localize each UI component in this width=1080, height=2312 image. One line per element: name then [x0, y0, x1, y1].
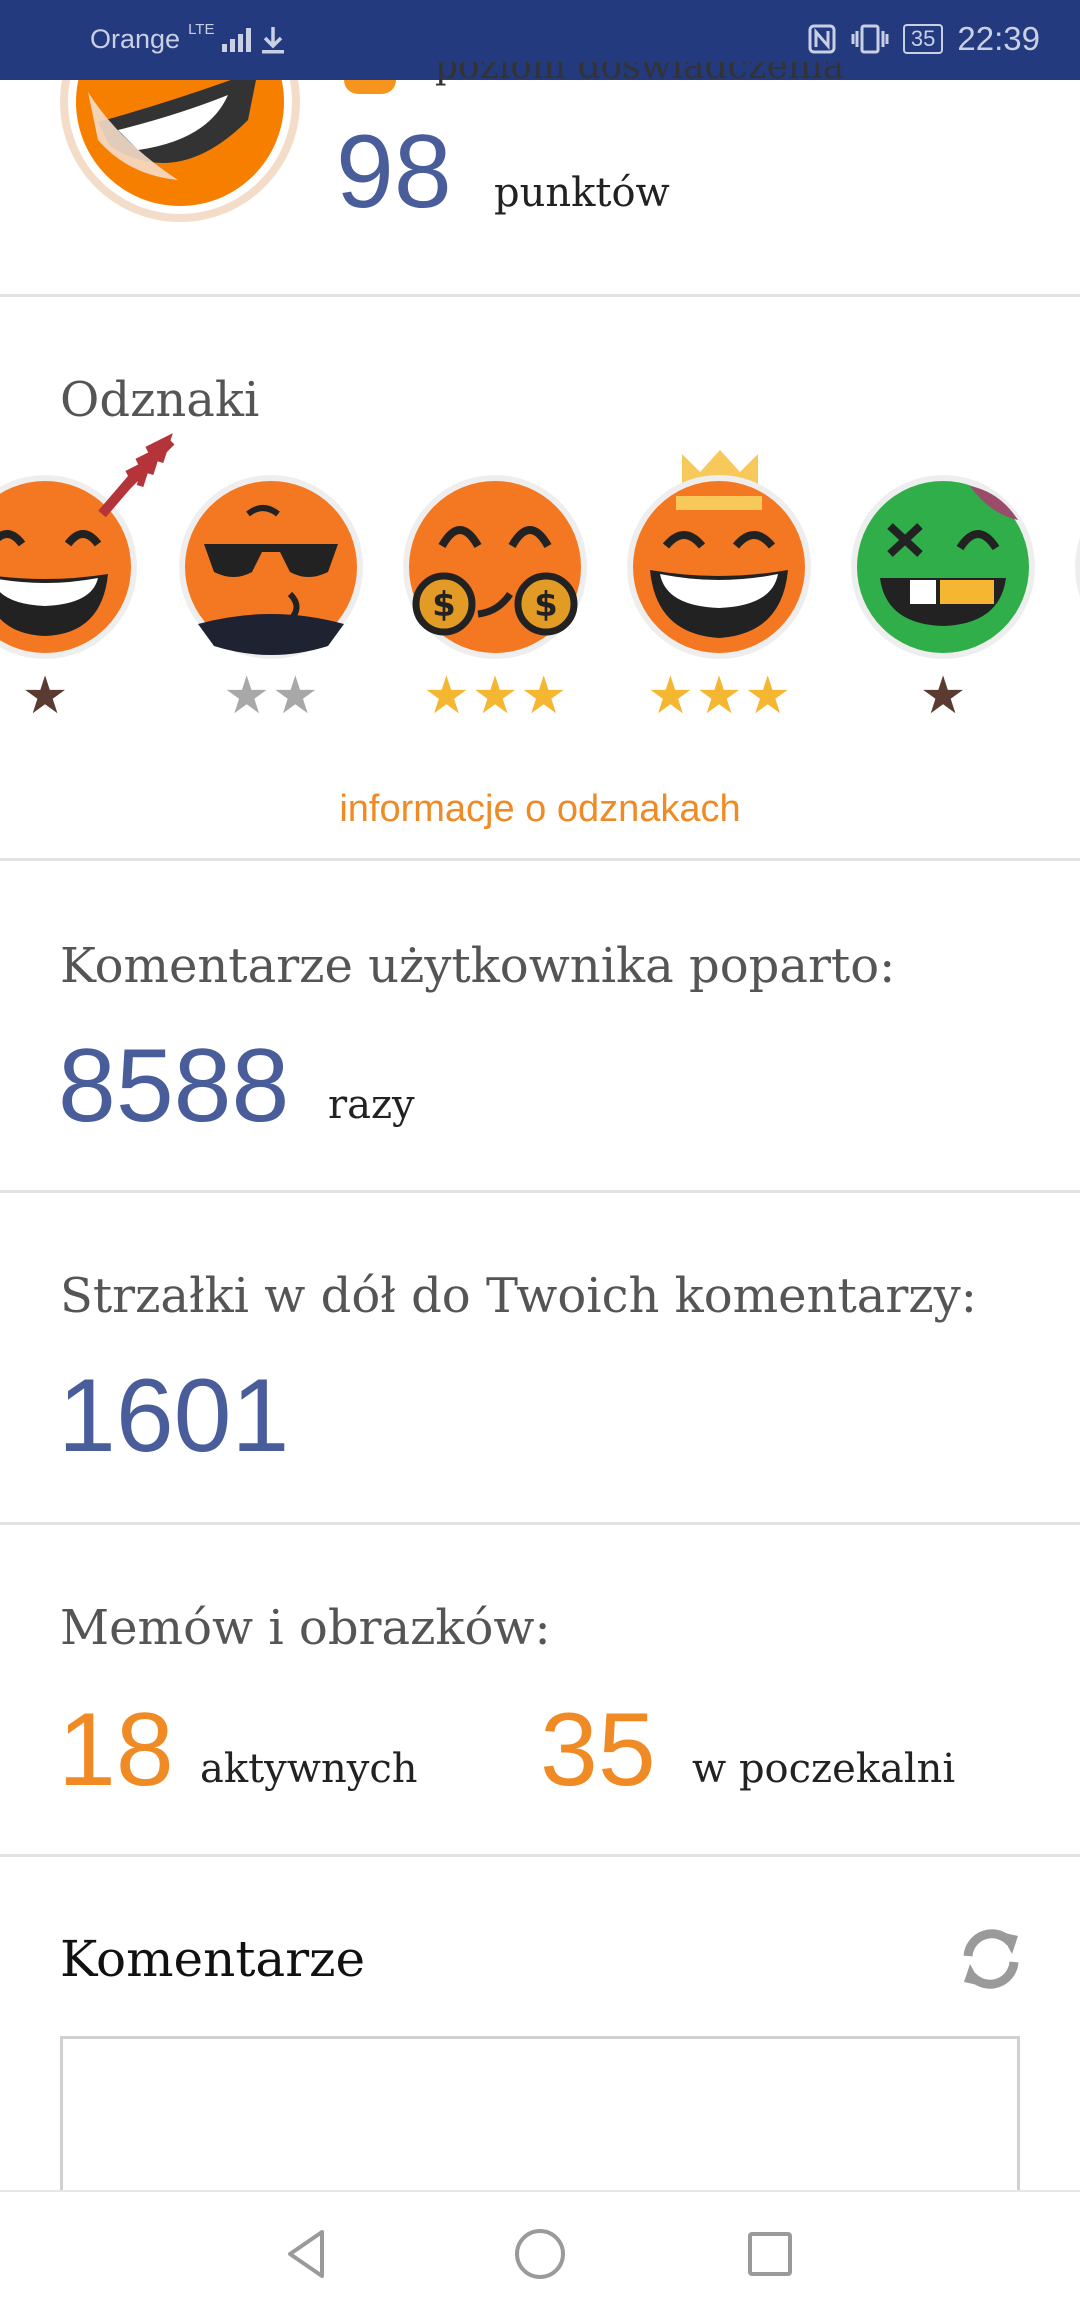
recents-icon[interactable] [738, 2222, 802, 2286]
star-icon: ★ [471, 666, 519, 726]
badge-stars-4: ★ ★ ★ [626, 670, 812, 722]
memes-active-value: 18 [58, 1692, 174, 1808]
badge-stars-3: ★ ★ ★ [402, 670, 588, 722]
clock: 22:39 [957, 20, 1040, 57]
divider [0, 858, 1080, 861]
vibrate-icon [851, 24, 889, 54]
level-badge [344, 80, 396, 94]
level-label: poziom doświadczenia [435, 62, 845, 87]
star-icon: ★ [695, 666, 743, 726]
points-value: 98 [336, 114, 452, 230]
star-icon: ★ [647, 666, 694, 726]
crown-badge[interactable] [626, 474, 812, 660]
points-label: punktów [494, 170, 670, 216]
star-icon: ★ [272, 666, 319, 726]
signal-icon [222, 27, 252, 52]
memes-label: Memów i obrazków: [60, 1600, 551, 1656]
back-icon[interactable] [276, 2222, 340, 2286]
home-icon[interactable] [508, 2222, 572, 2286]
next-badge-partial [1075, 537, 1080, 597]
money-badge[interactable]: $ $ [402, 474, 588, 660]
svg-text:$: $ [432, 585, 456, 625]
upvotes-value: 8588 [58, 1028, 290, 1144]
memes-active-label: aktywnych [200, 1746, 418, 1792]
downvotes-label: Strzałki w dół do Twoich komentarzy: [60, 1268, 977, 1324]
star-icon: ★ [21, 666, 69, 726]
sunglasses-badge[interactable] [178, 474, 364, 660]
badge-stars-1: ★ [0, 670, 138, 722]
navigation-bar [0, 2190, 1080, 2312]
nfc-icon [808, 24, 836, 54]
avatar[interactable] [58, 80, 302, 226]
star-icon: ★ [520, 666, 567, 726]
comments-title: Komentarze [60, 1930, 366, 1988]
star-icon: ★ [223, 666, 270, 726]
star-icon: ★ [423, 666, 470, 726]
memes-waiting-label: w poczekalni [692, 1746, 956, 1792]
status-left: Orange LTE [90, 21, 287, 55]
downvotes-value: 1601 [58, 1358, 290, 1474]
star-icon: ★ [919, 666, 967, 726]
divider [0, 294, 1080, 297]
badge-stars-2: ★ ★ [178, 670, 364, 722]
battery-icon: 35 [902, 24, 944, 54]
upvotes-unit: razy [328, 1082, 415, 1128]
upvotes-label: Komentarze użytkownika poparto: [60, 938, 896, 994]
divider [0, 1190, 1080, 1193]
star-icon: ★ [744, 666, 791, 726]
divider [0, 1522, 1080, 1525]
memes-waiting-value: 35 [540, 1692, 656, 1808]
svg-text:$: $ [534, 585, 558, 625]
status-right: 35 22:39 [807, 20, 1040, 58]
badges-title: Odznaki [60, 372, 260, 428]
carrier-label: Orange [90, 24, 181, 54]
zombie-badge[interactable] [850, 474, 1036, 660]
arrow-icon [119, 433, 175, 495]
divider [0, 1854, 1080, 1857]
badge-stars-5: ★ [850, 670, 1036, 722]
badges-info-link[interactable]: informacje o odznakach [0, 788, 1080, 831]
download-icon [262, 26, 285, 53]
refresh-icon[interactable] [958, 1926, 1024, 1992]
network-type: LTE [188, 21, 215, 38]
